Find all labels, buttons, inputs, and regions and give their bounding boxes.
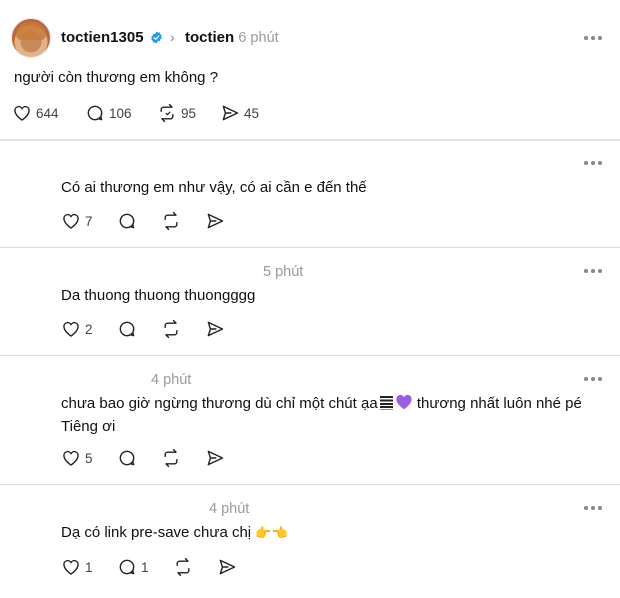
post-text: người còn thương em không ? [14,69,219,86]
like-count: 7 [85,213,93,229]
share-button[interactable] [205,319,225,339]
reply-time: 5 phút [263,264,304,280]
like-count: 1 [85,559,93,575]
send-icon [207,321,224,337]
comment-count: 106 [109,105,132,121]
like-button[interactable]: 7 [61,211,93,231]
comment-bubble-icon [119,559,135,575]
comment-bubble-icon [119,213,135,229]
comment-button[interactable] [117,448,137,468]
reply-to-username[interactable]: toctien 6 phút [185,29,279,46]
more-dots-icon[interactable] [584,376,602,382]
comment-button[interactable] [117,211,137,231]
send-icon [207,450,224,466]
repost-button[interactable] [161,319,181,339]
main-post: toctien1305 › toctien 6 phút người còn t… [0,0,620,140]
repost-icon [176,557,190,577]
comment-count: 1 [141,559,149,575]
chevron-right-icon: › [170,29,175,45]
reply-text: Dạ có link pre-save chưa chị 👉👈 [61,521,601,544]
comment-bubble-icon [119,450,135,466]
share-count: 45 [244,105,260,121]
reply-text: chưa bao giờ ngừng thương dù chỉ một chú… [61,394,582,435]
more-dots-icon[interactable] [584,35,602,41]
avatar[interactable] [11,18,51,58]
heart-icon [14,105,30,121]
share-button[interactable] [217,557,237,577]
divider [0,355,620,356]
send-icon [222,105,239,121]
divider [0,247,620,248]
verified-badge-icon [151,31,162,44]
post-time: 6 phút [238,30,279,46]
bar-emoji [379,396,393,410]
like-count: 644 [36,105,59,121]
heart-icon [63,213,79,229]
heart-icon [63,321,79,337]
share-button[interactable] [205,211,225,231]
repost-icon [164,448,178,468]
comment-button[interactable]: 1 [117,557,149,577]
comment-button[interactable] [117,319,137,339]
heart-icon [63,559,79,575]
comment-button[interactable]: 106 [85,103,132,123]
repost-button[interactable] [161,448,181,468]
repost-button[interactable] [161,211,181,231]
divider [0,139,620,141]
pointing-hand-emoji: 👉 [255,525,272,540]
repost-icon [164,319,178,339]
reply-time: 4 phút [151,372,192,388]
reply-text: Da thuong thuong thuongggg [61,287,256,304]
send-icon [207,213,224,229]
like-count: 5 [85,450,93,466]
purple-heart-emoji [396,394,412,410]
like-button[interactable]: 644 [12,103,59,123]
heart-icon [63,450,79,466]
comment-bubble-icon [87,105,103,121]
like-button[interactable]: 2 [61,319,93,339]
more-dots-icon[interactable] [584,505,602,511]
share-button[interactable]: 45 [220,103,259,123]
repost-icon [160,103,174,123]
like-button[interactable]: 1 [61,557,93,577]
comment-bubble-icon [119,321,135,337]
reply-text: Có ai thương em như vậy, có ai cần e đến… [61,179,367,196]
reply-time: 4 phút [209,501,250,517]
repost-button[interactable]: 95 [157,103,196,123]
share-button[interactable] [205,448,225,468]
repost-button[interactable] [173,557,193,577]
repost-count: 95 [181,105,197,121]
post-username[interactable]: toctien1305 [61,29,144,46]
like-button[interactable]: 5 [61,448,93,468]
send-icon [219,559,236,575]
divider [0,484,620,485]
like-count: 2 [85,321,93,337]
more-dots-icon[interactable] [584,160,602,166]
repost-icon [164,211,178,231]
more-dots-icon[interactable] [584,268,602,274]
pointing-hand-emoji: 👈 [271,525,288,540]
